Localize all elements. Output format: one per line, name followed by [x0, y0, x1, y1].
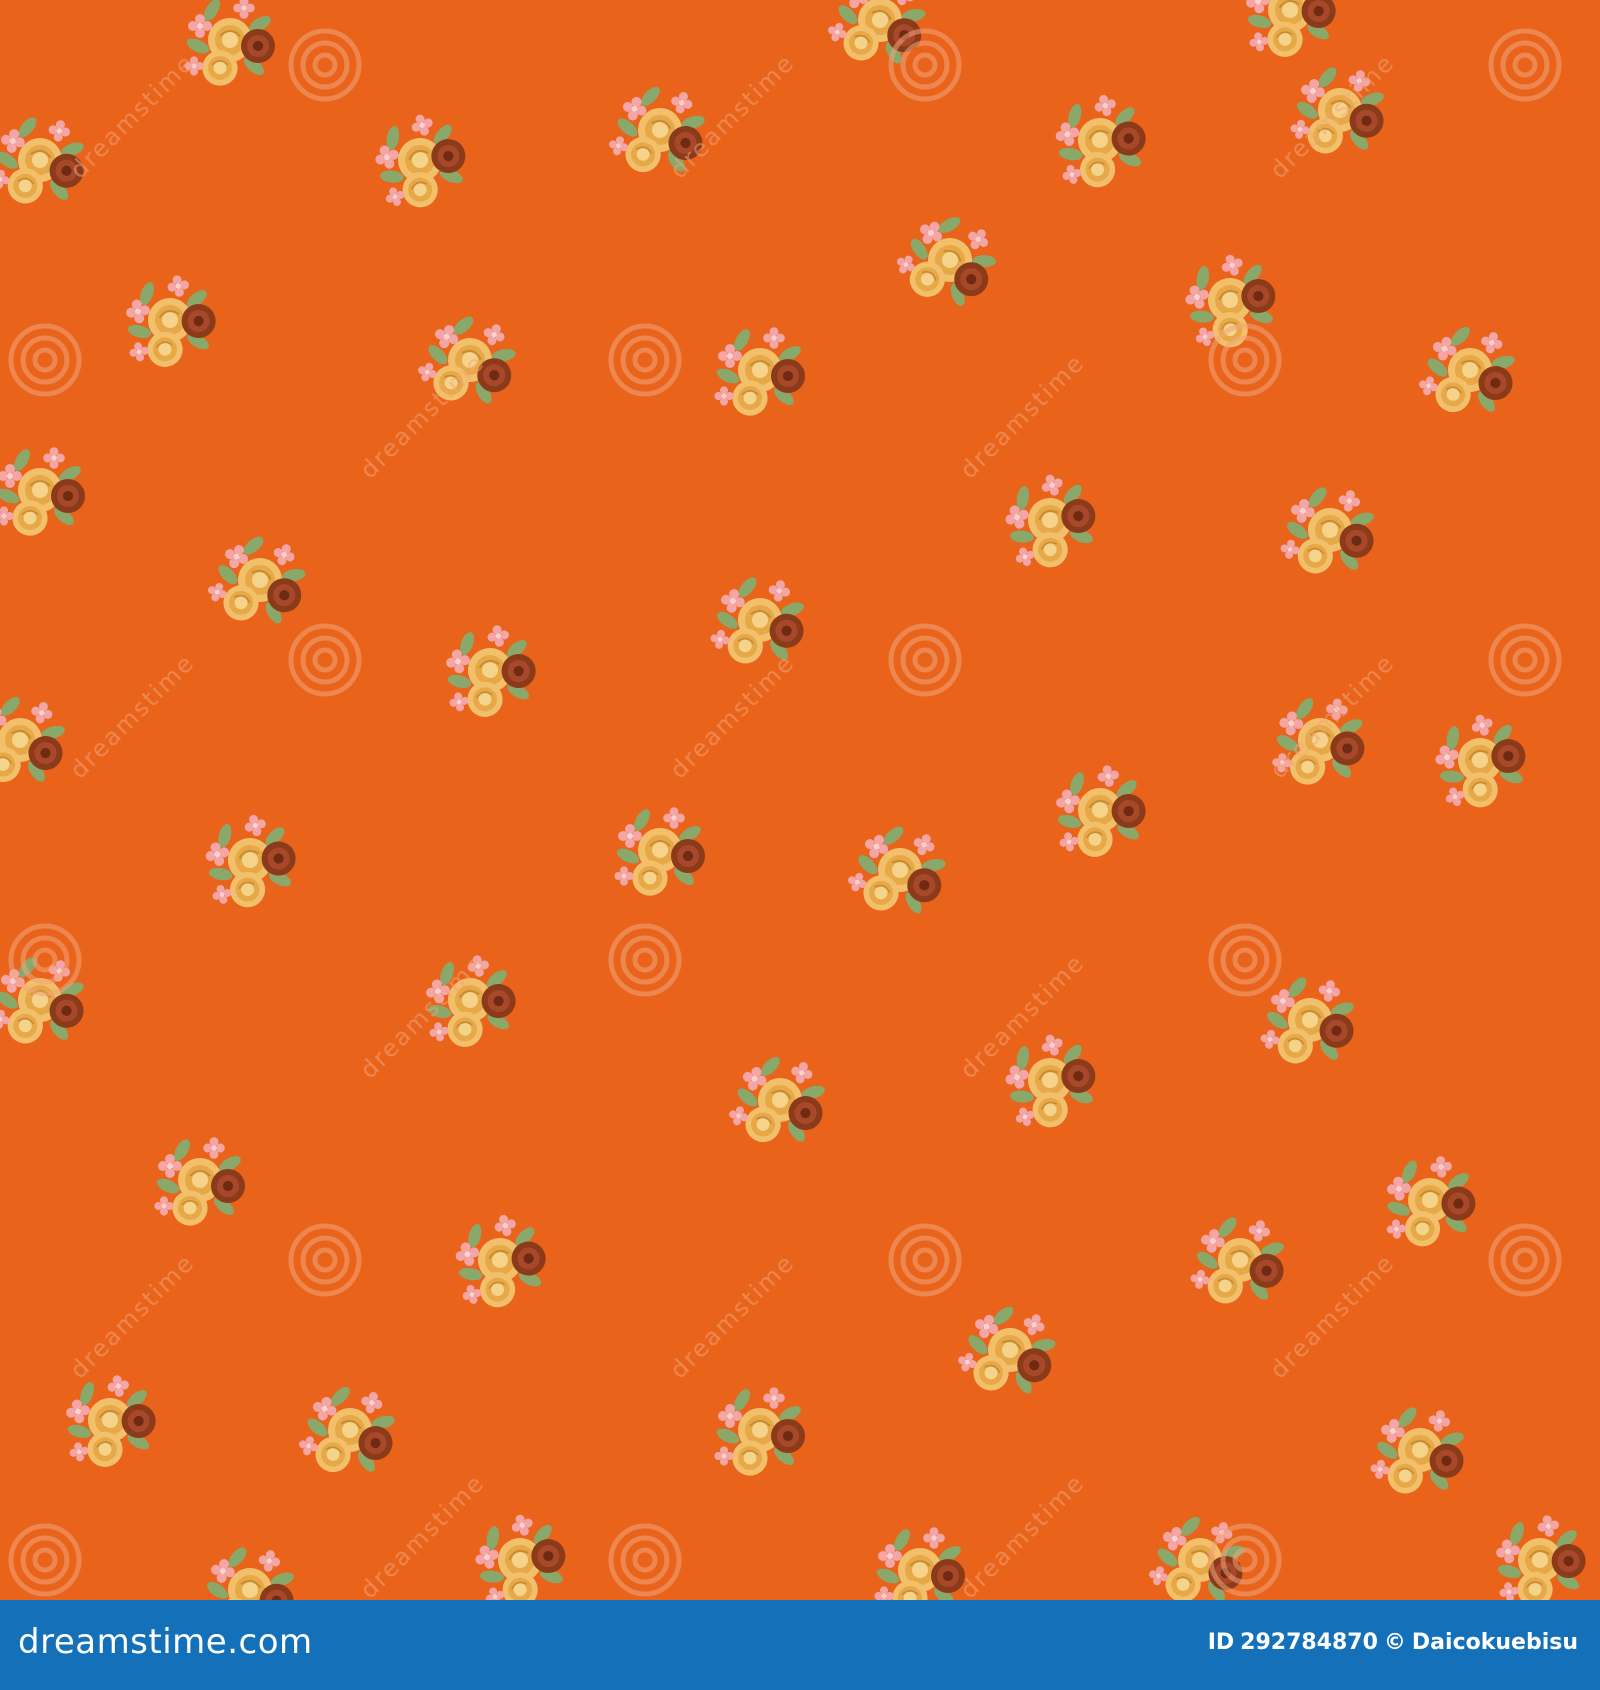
spiral-logo-icon	[11, 926, 79, 994]
rose-bouquet	[707, 569, 812, 672]
floral-pattern: dreamstime dreamstime dreamstime dreamstime…	[0, 0, 1600, 1600]
image-id-credit: ID 292784870 © Daicokuebisu	[1208, 1630, 1578, 1655]
watermark-text: dreamstime	[354, 1468, 490, 1600]
spiral-logo-icon	[891, 626, 959, 694]
rose-bouquet	[952, 1294, 1068, 1409]
rose-bouquet	[58, 1369, 163, 1472]
rose-bouquet	[154, 1137, 245, 1226]
spiral-logo-icon	[891, 1226, 959, 1294]
watermark-text: dreamstime	[954, 1468, 1090, 1600]
rose-bouquet	[842, 814, 958, 929]
spiral-logo-icon	[1491, 31, 1559, 99]
author-name: Daicokuebisu	[1411, 1630, 1578, 1655]
watermark-text: dreamstime	[664, 48, 800, 184]
rose-bouquet	[195, 806, 306, 915]
rose-bouquet	[118, 269, 223, 372]
watermark-text: dreamstime	[954, 348, 1090, 484]
rose-bouquet	[1414, 316, 1525, 425]
rose-bouquet	[184, 0, 275, 86]
rose-bouquet	[1367, 1399, 1472, 1502]
rose-bouquet	[992, 464, 1108, 579]
rose-bouquet	[1277, 479, 1382, 582]
spiral-logo-icon	[1211, 926, 1279, 994]
watermark-text: dreamstime	[1264, 1248, 1400, 1384]
copyright-symbol: ©	[1383, 1630, 1406, 1655]
rose-bouquet	[362, 104, 478, 219]
rose-bouquet	[1045, 86, 1156, 195]
watermark-text: dreamstime	[664, 1248, 800, 1384]
watermark-text: dreamstime	[64, 648, 200, 784]
rose-bouquet	[714, 327, 805, 416]
spiral-logo-icon	[1491, 1226, 1559, 1294]
rose-bouquet	[0, 686, 75, 795]
spiral-logo-icon	[891, 31, 959, 99]
id-label: ID	[1207, 1630, 1235, 1655]
rose-bouquet	[202, 524, 318, 639]
floral-pattern-svg: dreamstime dreamstime dreamstime dreamstime…	[0, 0, 1600, 1600]
rose-bouquet	[1422, 704, 1538, 819]
rose-bouquet	[1381, 1153, 1479, 1250]
rose-bouquet	[1238, 0, 1343, 63]
spiral-logo-icon	[291, 1226, 359, 1294]
watermark-text: dreamstime	[664, 648, 800, 784]
spiral-logo-icon	[1491, 626, 1559, 694]
spiral-logo-icon	[1211, 326, 1279, 394]
watermark-text: dreamstime	[64, 1248, 200, 1384]
spiral-logo-icon	[1211, 1526, 1279, 1594]
rose-bouquet	[294, 1376, 405, 1485]
rose-bouquet	[888, 200, 1011, 322]
rose-bouquet	[197, 1539, 302, 1600]
rose-bouquet	[1488, 1509, 1593, 1600]
rose-bouquet	[614, 807, 705, 896]
id-value: 292784870	[1240, 1630, 1378, 1655]
rose-bouquet	[445, 1206, 556, 1315]
rose-bouquet	[438, 619, 543, 722]
rose-bouquet	[714, 1387, 805, 1476]
rose-bouquet	[724, 1046, 835, 1155]
spiral-logo-icon	[611, 926, 679, 994]
rose-bouquet	[874, 1527, 965, 1600]
rose-bouquet	[462, 1504, 578, 1600]
rose-bouquet	[0, 447, 85, 536]
watermark-text: dreamstime	[64, 48, 200, 184]
rose-bouquet	[1048, 759, 1153, 862]
watermark-layer: dreamstime dreamstime dreamstime dreamstime…	[11, 31, 1559, 1600]
rose-bouquets	[0, 0, 1592, 1600]
stock-image-canvas: dreamstime dreamstime dreamstime dreamstime…	[0, 0, 1600, 1690]
rose-bouquet	[1187, 1209, 1292, 1312]
rose-bouquet	[1257, 969, 1362, 1072]
rose-bouquet	[822, 0, 938, 78]
spiral-logo-icon	[11, 1526, 79, 1594]
site-name: dreamstime.com	[18, 1622, 313, 1662]
spiral-logo-icon	[611, 326, 679, 394]
stock-footer-bar: dreamstime.com ID 292784870 © Daicokuebi…	[0, 1600, 1600, 1690]
spiral-logo-icon	[291, 31, 359, 99]
spiral-logo-icon	[611, 1526, 679, 1594]
spiral-logo-icon	[11, 326, 79, 394]
spiral-logo-icon	[291, 626, 359, 694]
